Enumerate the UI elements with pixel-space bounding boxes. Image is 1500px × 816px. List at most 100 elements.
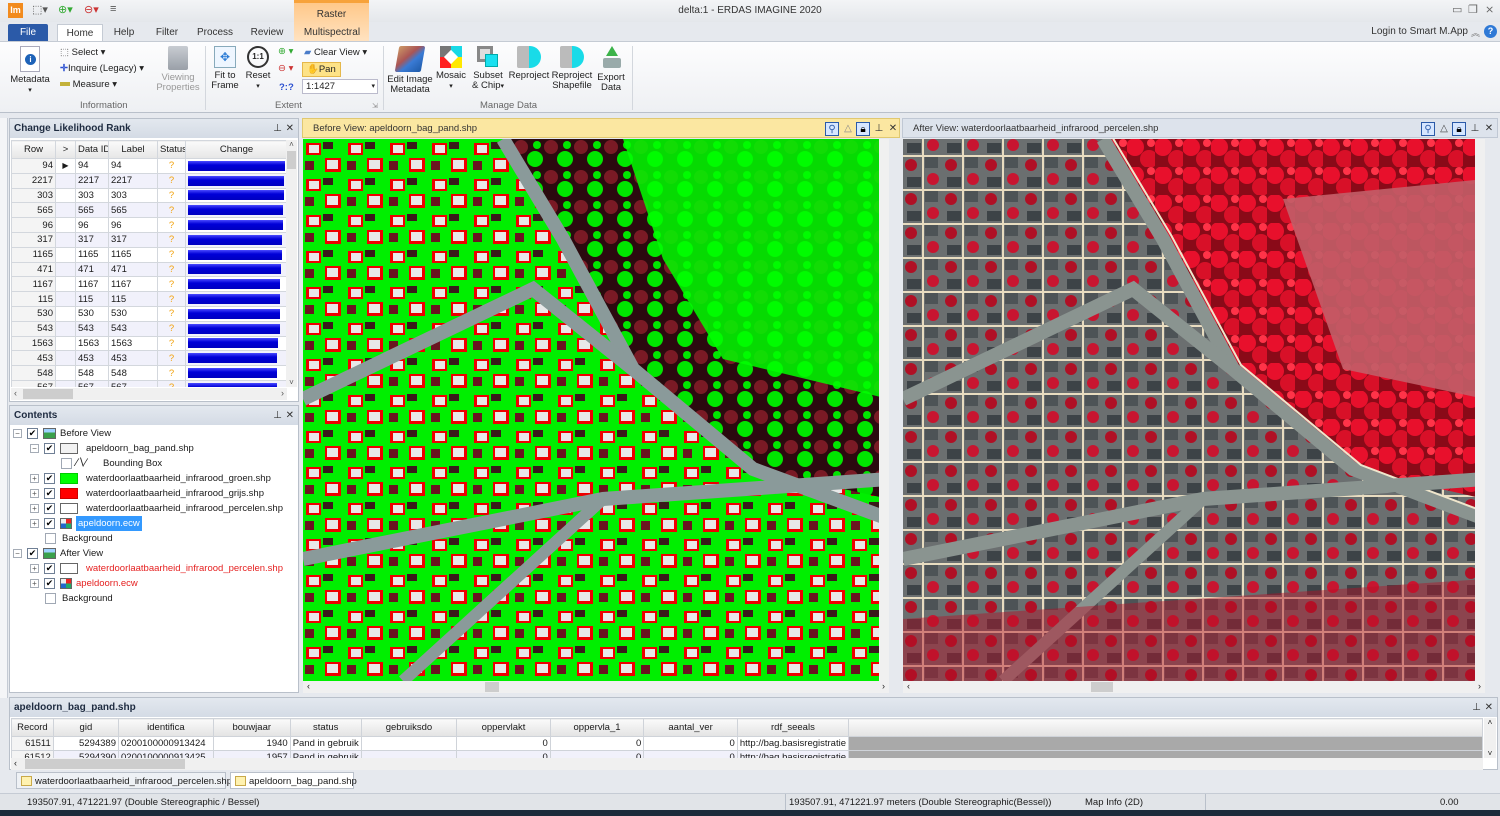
visibility-checkbox[interactable]: ✔	[44, 488, 55, 499]
close-icon[interactable]: ✕	[886, 122, 900, 136]
vertical-scrollbar[interactable]	[879, 139, 889, 681]
visibility-checkbox[interactable]	[45, 593, 56, 604]
rank-row[interactable]: 1563 1563 1563?	[11, 335, 287, 352]
scroll-down-icon[interactable]: ˅	[286, 378, 297, 387]
before-view-hscroll[interactable]: ‹ ›	[303, 681, 889, 693]
attribute-column-header[interactable]: bouwjaar	[212, 718, 291, 737]
rank-row[interactable]: 1167 1167 1167?	[11, 276, 287, 293]
zoom-in-dropdown[interactable]: ⊕ ▾	[278, 46, 293, 57]
scroll-thumb[interactable]	[287, 151, 296, 169]
column-header-indicator[interactable]: >	[55, 140, 76, 159]
lock-icon[interactable]: 🔒︎	[856, 122, 870, 136]
edit-image-metadata-button[interactable]: Edit Image Metadata	[386, 46, 434, 95]
status-unknown-icon[interactable]: ?	[157, 172, 186, 189]
vertical-scrollbar[interactable]: ˄ ˅	[1484, 718, 1496, 758]
restore-icon[interactable]: ❐	[1468, 3, 1478, 16]
scroll-thumb[interactable]	[485, 682, 499, 692]
scroll-left-icon[interactable]: ‹	[307, 681, 310, 691]
tab-home[interactable]: Home	[57, 24, 103, 42]
tab-file[interactable]: File	[8, 24, 48, 42]
rank-row[interactable]: 471 471 471?	[11, 261, 287, 278]
status-unknown-icon[interactable]: ?	[157, 276, 186, 293]
inquire-legacy-button[interactable]: ✛Inquire (Legacy) ▾	[60, 63, 144, 74]
scroll-up-icon[interactable]: ˄	[286, 140, 297, 149]
column-header-label[interactable]: Label	[108, 140, 158, 159]
pin-icon[interactable]: ⊥	[273, 406, 282, 425]
select-button[interactable]: ⬚ Select ▾	[60, 47, 105, 58]
status-unknown-icon[interactable]: ?	[157, 158, 186, 174]
status-unknown-icon[interactable]: ?	[157, 320, 186, 337]
after-view-hscroll[interactable]: ‹ ›	[903, 681, 1485, 693]
close-icon[interactable]: ⨯	[1485, 3, 1494, 16]
pan-button[interactable]: ✋Pan	[302, 62, 341, 77]
visibility-checkbox[interactable]: ✔	[27, 428, 38, 439]
reset-button[interactable]: 1:1 Reset ▾	[244, 46, 272, 92]
scroll-down-icon[interactable]: ˅	[1484, 749, 1496, 758]
rank-row[interactable]: 94 ▶ 94 94?	[11, 158, 287, 174]
warning-triangle-icon[interactable]: △	[841, 122, 855, 136]
horizontal-scrollbar[interactable]: ‹ ›	[11, 388, 287, 400]
warning-triangle-icon[interactable]: △	[1437, 122, 1451, 136]
pin-icon[interactable]: ⊥	[273, 119, 282, 138]
login-smart-mapp-link[interactable]: Login to Smart M.App	[1371, 26, 1468, 37]
measure-button[interactable]: Measure ▾	[60, 79, 117, 90]
attribute-column-header[interactable]: Record	[11, 718, 54, 737]
before-view-map[interactable]	[303, 139, 889, 681]
scroll-right-icon[interactable]: ›	[281, 388, 284, 398]
scroll-thumb[interactable]	[25, 759, 185, 769]
attribute-column-header[interactable]: oppervla_1	[549, 718, 645, 737]
tab-multispectral[interactable]: Multispectral	[298, 24, 366, 42]
minimize-icon[interactable]: ▭	[1452, 3, 1462, 16]
status-unknown-icon[interactable]: ?	[157, 187, 186, 204]
zoom-out-dropdown[interactable]: ⊖ ▾	[278, 63, 293, 74]
rank-row[interactable]: 317 317 317?	[11, 231, 287, 248]
visibility-checkbox[interactable]: ✔	[44, 578, 55, 589]
tab-process[interactable]: Process	[193, 24, 237, 42]
column-header-status[interactable]: Status	[157, 140, 186, 159]
expand-icon[interactable]: +	[30, 474, 39, 483]
attribute-column-header[interactable]: status	[289, 718, 362, 737]
status-unknown-icon[interactable]: ?	[157, 217, 186, 233]
subset-chip-button[interactable]: Subset & Chip▾	[470, 46, 506, 92]
expand-icon[interactable]: +	[30, 579, 39, 588]
attribute-column-header[interactable]: gebruiksdo	[360, 718, 458, 737]
rank-row[interactable]: 1165 1165 1165?	[11, 246, 287, 263]
status-unknown-icon[interactable]: ?	[157, 202, 186, 219]
tab-review[interactable]: Review	[246, 24, 288, 42]
rank-row[interactable]: 453 453 453?	[11, 350, 287, 367]
export-data-button[interactable]: Export Data	[594, 46, 628, 93]
attribute-row[interactable]: 61512 5294390 0200100000913425 1957 Pand in …	[11, 750, 1483, 758]
rank-row[interactable]: 548 548 548?	[11, 365, 287, 381]
scroll-right-icon[interactable]: ›	[882, 681, 885, 691]
collapsed-side-strip[interactable]	[0, 118, 8, 698]
rank-row[interactable]: 543 543 543?	[11, 320, 287, 337]
scroll-left-icon[interactable]: ‹	[907, 681, 910, 691]
rank-row[interactable]: 565 565 565?	[11, 202, 287, 219]
collapse-ribbon-icon[interactable]: ︽	[1471, 26, 1480, 39]
visibility-checkbox[interactable]: ✔	[27, 548, 38, 559]
column-header-change[interactable]: Change	[185, 140, 287, 159]
scale-combo[interactable]: 1:1427 ▾	[302, 79, 378, 94]
dialog-launcher-icon[interactable]: ⇲	[372, 102, 378, 110]
attribute-column-header[interactable]: rdf_seeals	[736, 718, 850, 737]
rank-row[interactable]: 303 303 303?	[11, 187, 287, 204]
status-unknown-icon[interactable]: ?	[157, 291, 186, 307]
visibility-checkbox[interactable]: ✔	[44, 443, 55, 454]
help-icon[interactable]: ?	[1484, 25, 1497, 38]
collapse-icon[interactable]: −	[13, 429, 22, 438]
attribute-row[interactable]: 61511 5294389 0200100000913424 1940 Pand in …	[11, 736, 1483, 751]
status-unknown-icon[interactable]: ?	[157, 335, 186, 352]
status-unknown-icon[interactable]: ?	[157, 350, 186, 367]
scroll-left-icon[interactable]: ‹	[14, 758, 17, 768]
scroll-thumb[interactable]	[1091, 682, 1113, 692]
status-unknown-icon[interactable]: ?	[157, 365, 186, 381]
expand-icon[interactable]: +	[30, 519, 39, 528]
vertical-scrollbar[interactable]	[1475, 139, 1485, 681]
attribute-column-header[interactable]: oppervlakt	[456, 718, 551, 737]
rank-row[interactable]: 530 530 530?	[11, 305, 287, 322]
close-icon[interactable]: ✕	[286, 406, 294, 425]
status-unknown-icon[interactable]: ?	[157, 231, 186, 248]
reproject-button[interactable]: Reproject	[508, 46, 550, 81]
collapse-icon[interactable]: −	[30, 444, 39, 453]
visibility-checkbox[interactable]	[61, 458, 72, 469]
